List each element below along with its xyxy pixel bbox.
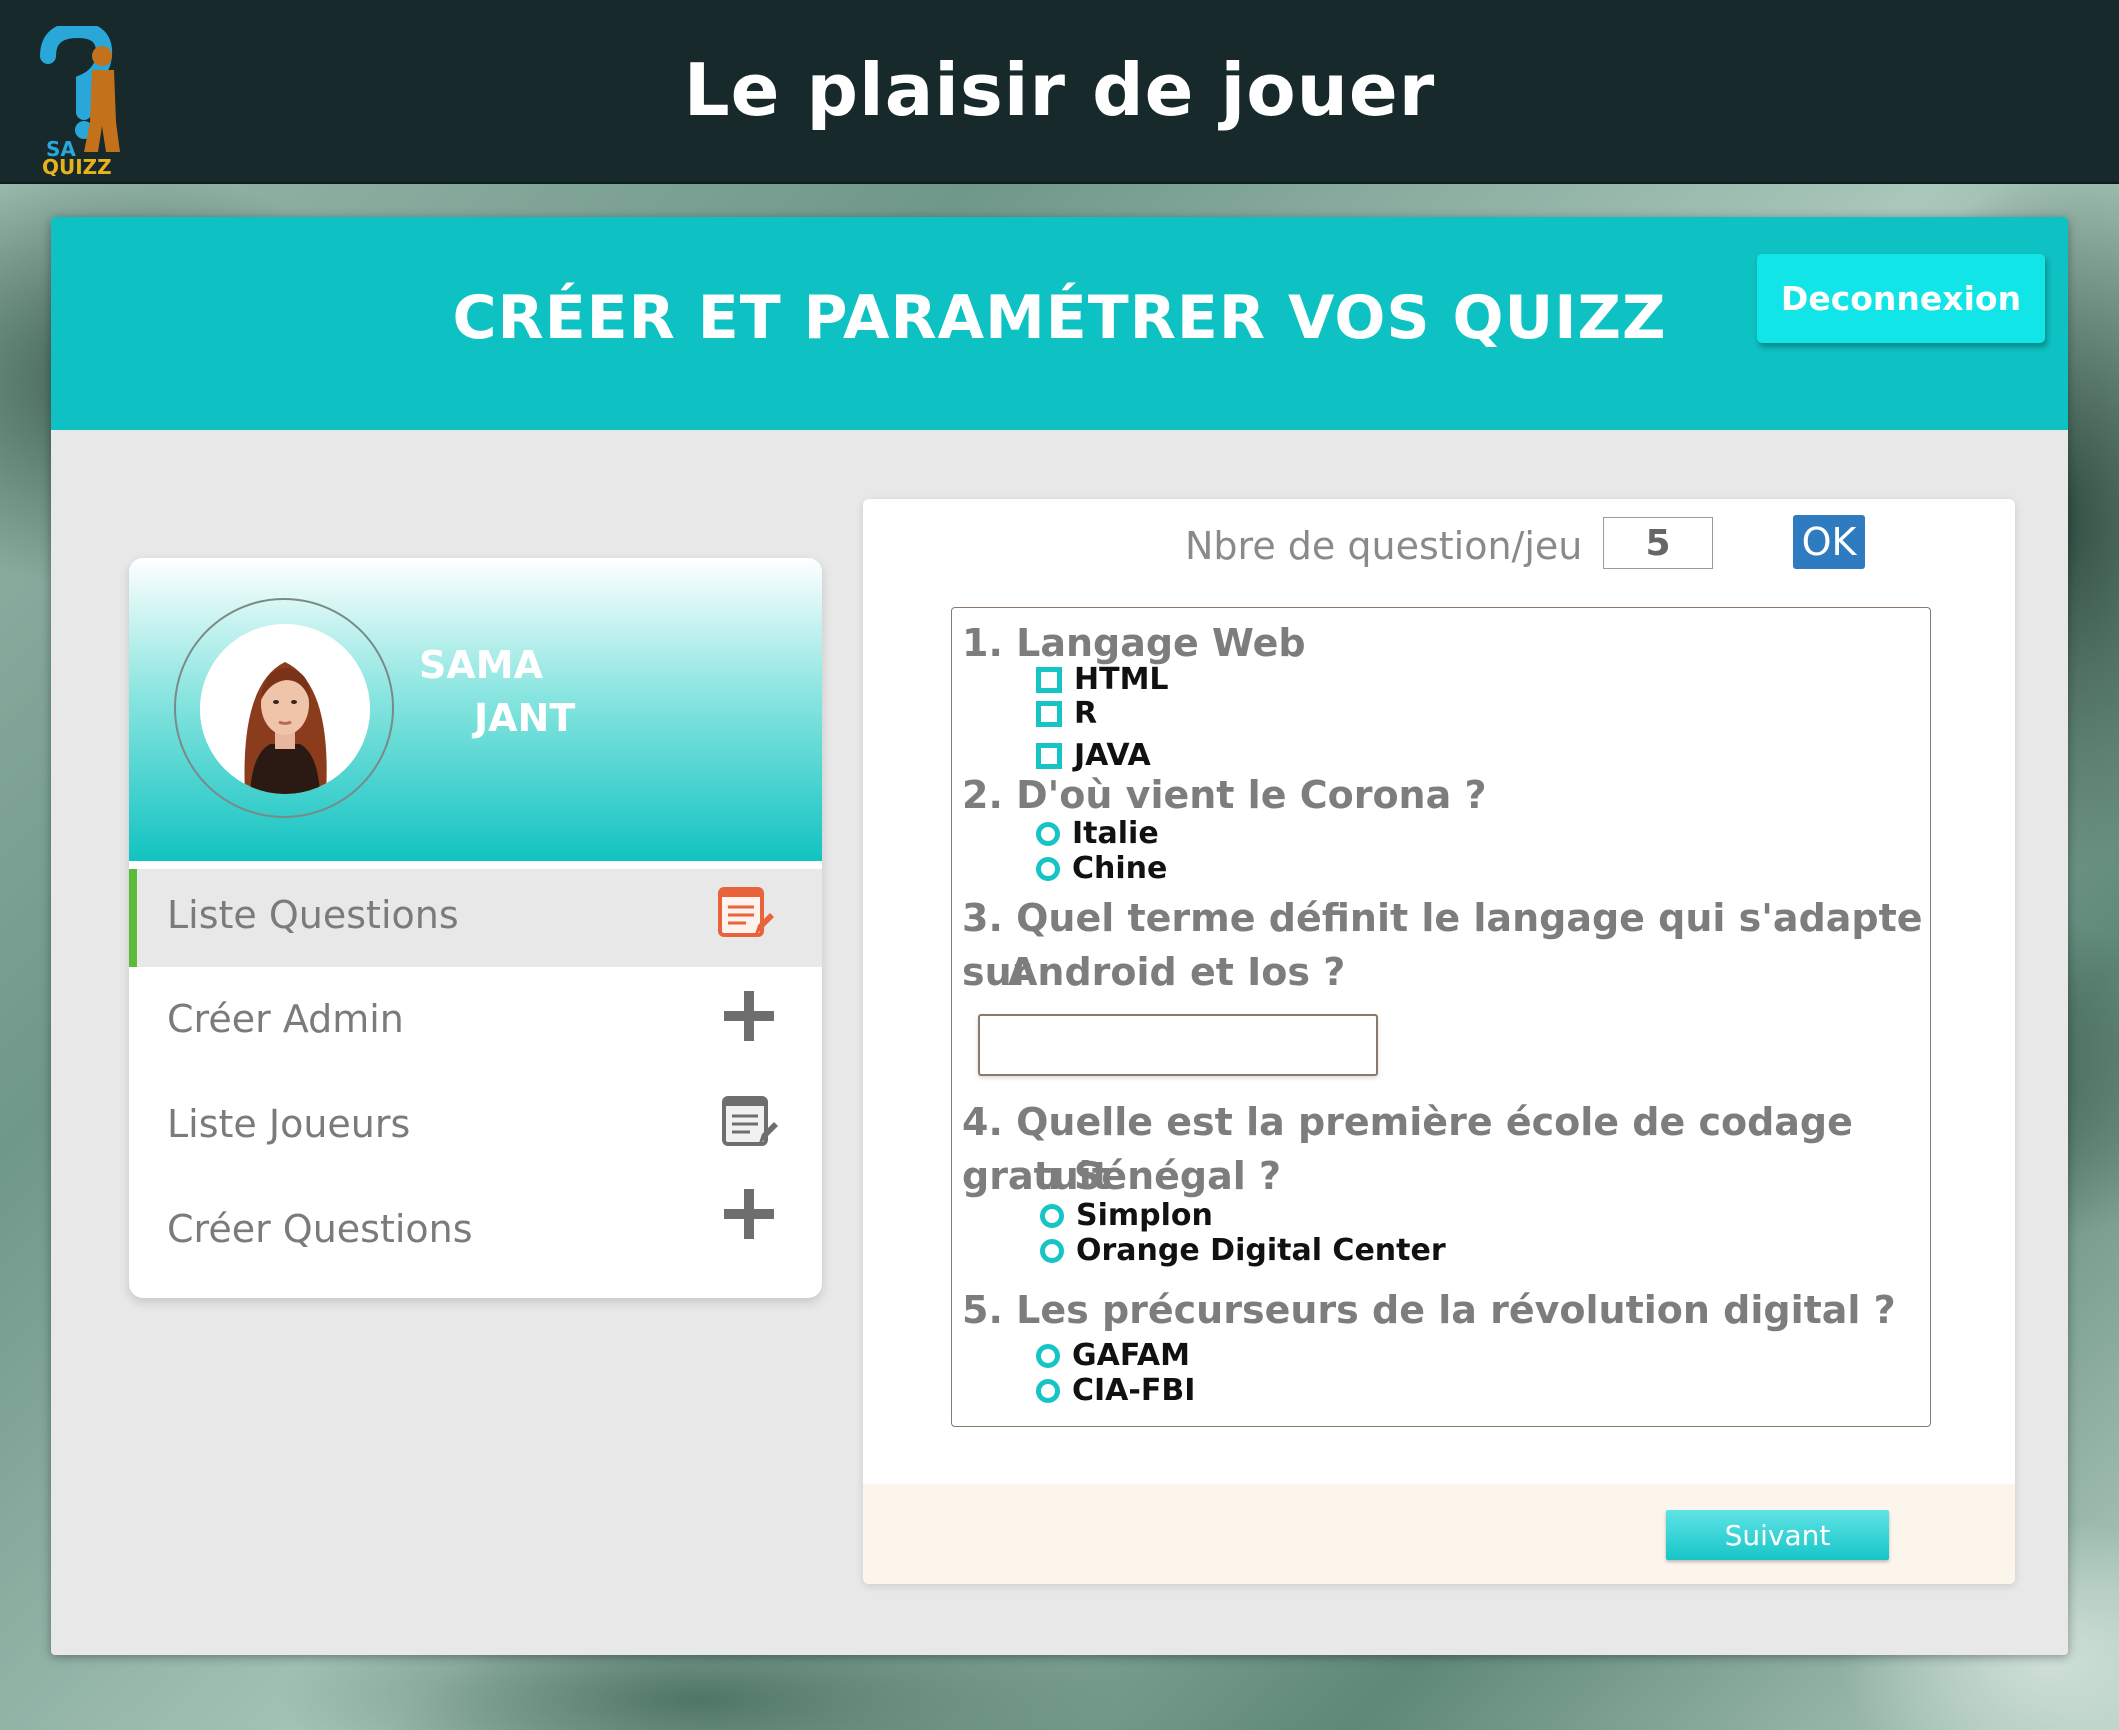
option-label: Orange Digital Center xyxy=(1076,1233,1446,1268)
profile-header: SAMA JANT xyxy=(129,558,822,861)
menu-item-creer-admin[interactable]: Créer Admin xyxy=(129,973,822,1071)
questions-per-game-label: Nbre de question/jeu xyxy=(1185,524,1583,568)
radio-option[interactable]: GAFAM xyxy=(1036,1338,1190,1373)
questions-list: 1. Langage Web HTML R JAVA 2. D'où vient… xyxy=(951,607,1931,1427)
avatar-portrait-image xyxy=(200,624,370,794)
question-title: 5. Les précurseurs de la révolution digi… xyxy=(962,1288,1896,1332)
user-first-name: SAMA xyxy=(419,643,544,687)
question-title-continued: Android et Ios ? xyxy=(1008,950,1346,994)
menu-item-label: Liste Questions xyxy=(167,893,459,937)
checkbox-option[interactable]: R xyxy=(1036,696,1097,731)
question-title: 2. D'où vient le Corona ? xyxy=(962,773,1487,817)
svg-text:QUIZZ: QUIZZ xyxy=(42,155,112,176)
menu-item-creer-questions[interactable]: Créer Questions xyxy=(129,1183,822,1281)
menu-item-label: Créer Questions xyxy=(167,1207,473,1251)
radio-button[interactable] xyxy=(1036,1378,1060,1403)
question-title-continued: au Sénégal ? xyxy=(1008,1154,1282,1198)
menu-item-liste-joueurs[interactable]: Liste Joueurs xyxy=(129,1078,822,1176)
radio-button[interactable] xyxy=(1036,856,1060,881)
ok-button[interactable]: OK xyxy=(1793,515,1865,569)
menu-item-label: Liste Joueurs xyxy=(167,1102,411,1146)
radio-option[interactable]: Chine xyxy=(1036,851,1167,886)
menu-item-label: Créer Admin xyxy=(167,997,404,1041)
option-label: Italie xyxy=(1072,816,1159,851)
logout-button[interactable]: Deconnexion xyxy=(1757,254,2045,343)
radio-button[interactable] xyxy=(1040,1203,1064,1228)
radio-button[interactable] xyxy=(1036,1343,1060,1368)
checkbox-option[interactable]: HTML xyxy=(1036,662,1169,697)
checkbox[interactable] xyxy=(1036,666,1062,693)
site-title: Le plaisir de jouer xyxy=(683,48,1436,132)
radio-option[interactable]: Orange Digital Center xyxy=(1040,1233,1446,1268)
option-label: HTML xyxy=(1074,662,1169,697)
user-last-name: JANT xyxy=(474,696,576,740)
radio-button[interactable] xyxy=(1036,821,1060,846)
list-edit-icon xyxy=(718,887,774,937)
list-edit-icon xyxy=(722,1096,778,1146)
profile-card: SAMA JANT Liste Questions Créer Admin Li… xyxy=(129,558,822,1298)
radio-option[interactable]: CIA-FBI xyxy=(1036,1373,1195,1408)
menu-item-liste-questions[interactable]: Liste Questions xyxy=(129,869,822,967)
radio-button[interactable] xyxy=(1040,1238,1064,1263)
avatar xyxy=(200,624,370,794)
option-label: R xyxy=(1074,696,1098,731)
next-button[interactable]: Suivant xyxy=(1666,1510,1889,1560)
questions-per-game-input[interactable] xyxy=(1603,517,1713,569)
quiz-card: Nbre de question/jeu OK 1. Langage Web H… xyxy=(863,499,2015,1584)
checkbox[interactable] xyxy=(1036,742,1062,769)
radio-option[interactable]: Italie xyxy=(1036,816,1159,851)
option-label: GAFAM xyxy=(1072,1338,1190,1373)
main-panel: CRÉER ET PARAMÉTRER VOS QUIZZ Deconnexio… xyxy=(51,217,2068,1655)
plus-icon xyxy=(724,1189,774,1239)
radio-option[interactable]: Simplon xyxy=(1040,1198,1213,1233)
quiz-footer: Suivant xyxy=(863,1484,2015,1584)
option-label: Simplon xyxy=(1076,1198,1213,1233)
plus-icon xyxy=(724,991,774,1041)
checkbox[interactable] xyxy=(1036,700,1062,727)
top-bar: SA QUIZZ Le plaisir de jouer xyxy=(0,0,2119,184)
option-label: Chine xyxy=(1072,851,1168,886)
panel-header: CRÉER ET PARAMÉTRER VOS QUIZZ Deconnexio… xyxy=(51,217,2068,430)
avatar-ring xyxy=(174,598,394,818)
answer-input[interactable] xyxy=(978,1014,1378,1076)
option-label: CIA-FBI xyxy=(1072,1373,1196,1408)
